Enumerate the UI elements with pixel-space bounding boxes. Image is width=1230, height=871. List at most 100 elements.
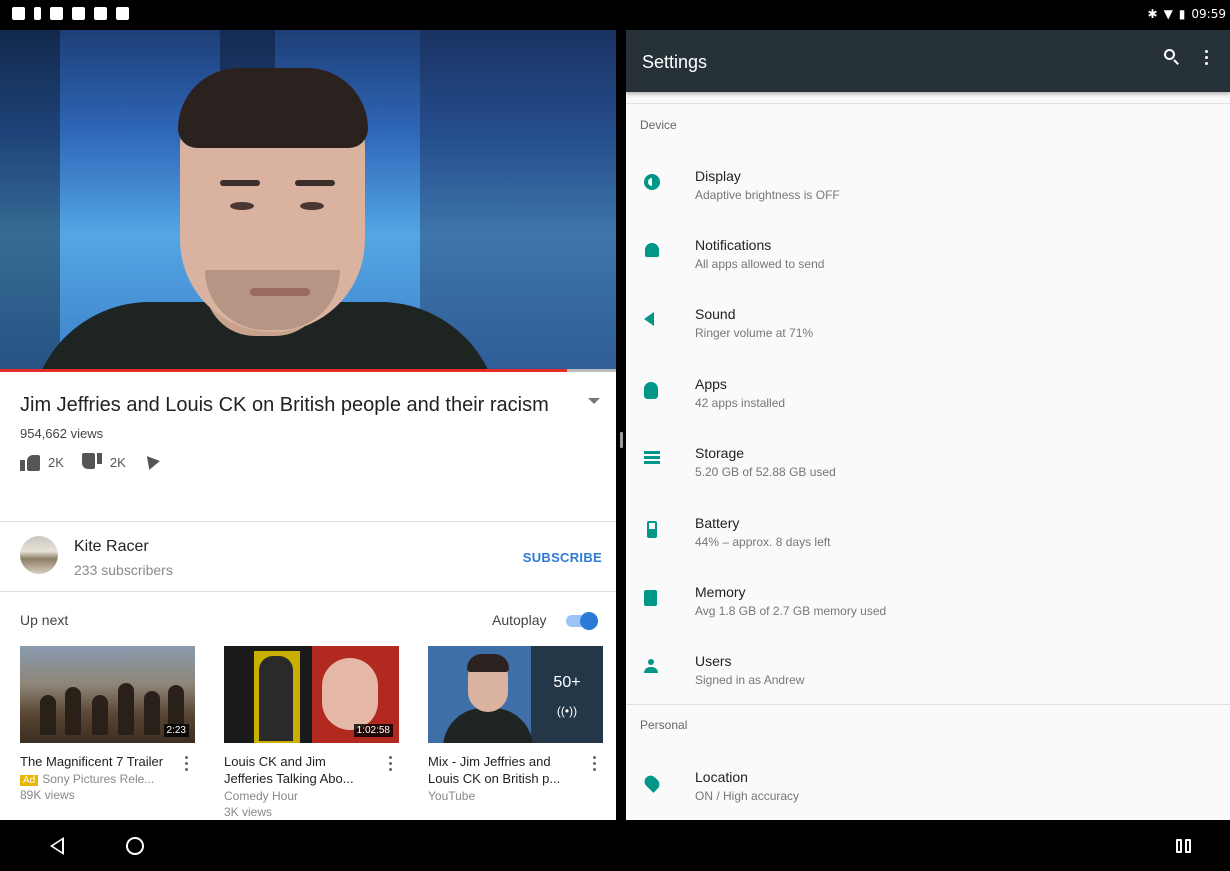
- video-duration: 1:02:58: [353, 724, 393, 737]
- back-icon: [50, 837, 64, 855]
- card-title: Mix - Jim Jeffries and Louis CK on Briti…: [428, 754, 561, 786]
- home-button[interactable]: [126, 837, 144, 855]
- setting-summary: Avg 1.8 GB of 2.7 GB memory used: [695, 604, 887, 618]
- setting-location[interactable]: Location ON / High accuracy: [626, 759, 1230, 820]
- battery-icon: [647, 521, 657, 538]
- setting-summary: Adaptive brightness is OFF: [695, 188, 840, 202]
- gallery-notification-icon: [12, 7, 25, 20]
- storage-icon: [644, 451, 660, 464]
- clock: 09:59: [1191, 7, 1226, 21]
- card-menu-icon[interactable]: [593, 756, 597, 772]
- mix-overlay: 50+ ((•)): [531, 646, 603, 743]
- android-notification-icon: [94, 7, 107, 20]
- settings-toolbar: Settings: [626, 30, 1230, 92]
- setting-title: Notifications: [695, 237, 772, 253]
- setting-title: Apps: [695, 376, 727, 392]
- setting-summary: Signed in as Andrew: [695, 673, 805, 687]
- card-title: The Magnificent 7 Trailer: [20, 754, 164, 769]
- up-next-card[interactable]: 2:23 The Magnificent 7 Trailer Ad Sony Pi…: [20, 646, 195, 802]
- mix-icon: ((•)): [556, 704, 578, 718]
- setting-display[interactable]: Display Adaptive brightness is OFF: [626, 158, 1230, 224]
- setting-sound[interactable]: Sound Ringer volume at 71%: [626, 296, 1230, 362]
- expand-description-icon[interactable]: [588, 398, 600, 404]
- setting-title: Storage: [695, 445, 745, 461]
- notification-icons: [12, 7, 129, 20]
- split-screen: ✱ ▼ ▮ 09:59 Jim Jeffries and Louis CK on…: [0, 0, 1230, 871]
- autoplay-toggle[interactable]: [566, 612, 598, 630]
- card-menu-icon[interactable]: [389, 756, 393, 772]
- page-title: Settings: [642, 52, 708, 72]
- view-count: 954,662 views: [20, 426, 104, 441]
- sync-notification-icon: [72, 7, 85, 20]
- recents-button[interactable]: [1176, 839, 1192, 853]
- split-divider-handle[interactable]: [620, 432, 623, 448]
- setting-users[interactable]: Users Signed in as Andrew: [626, 643, 1230, 709]
- card-channel: YouTube: [428, 789, 476, 803]
- video-thumbnail[interactable]: 1:02:58: [224, 646, 399, 743]
- ad-badge: Ad: [20, 775, 39, 786]
- setting-title: Users: [695, 653, 732, 669]
- setting-memory[interactable]: Memory Avg 1.8 GB of 2.7 GB memory used: [626, 574, 1230, 640]
- channel-row: Kite Racer 233 subscribers SUBSCRIBE: [0, 522, 616, 592]
- subscribe-button[interactable]: SUBSCRIBE: [523, 550, 602, 565]
- setting-summary: All apps allowed to send: [695, 257, 825, 271]
- brightness-icon: [644, 174, 660, 190]
- image-notification-icon: [50, 7, 63, 20]
- bluetooth-icon: ✱: [1147, 7, 1158, 21]
- dislike-icon[interactable]: [81, 453, 102, 471]
- up-next-card[interactable]: 50+ ((•)) Mix - Jim Jeffries and Louis C…: [428, 646, 603, 803]
- split-divider[interactable]: [616, 30, 626, 820]
- card-views: 3K views: [224, 805, 273, 819]
- video-player[interactable]: [0, 30, 616, 372]
- search-icon[interactable]: [1164, 49, 1180, 65]
- card-title: Louis CK and Jim Jefferies Talking Abo..…: [224, 754, 354, 786]
- wifi-icon: ▼: [1163, 7, 1173, 21]
- setting-title: Memory: [695, 584, 746, 600]
- setting-summary: 42 apps installed: [695, 396, 786, 410]
- channel-avatar[interactable]: [20, 536, 58, 574]
- setting-summary: 44% – approx. 8 days left: [695, 535, 831, 549]
- video-duration: 2:23: [163, 724, 189, 737]
- section-header-device: Device: [640, 118, 677, 132]
- autoplay-label: Autoplay: [492, 612, 547, 628]
- more-options-icon[interactable]: [1205, 50, 1209, 66]
- setting-title: Sound: [695, 306, 736, 322]
- store-notification-icon: [116, 7, 129, 20]
- setting-summary: 5.20 GB of 52.88 GB used: [695, 465, 836, 479]
- settings-pane: Settings Device Display Adaptive brightn…: [626, 30, 1230, 820]
- video-thumbnail[interactable]: 2:23: [20, 646, 195, 743]
- share-icon[interactable]: [146, 454, 161, 470]
- status-bar-left: [0, 0, 620, 30]
- card-views: 89K views: [20, 788, 75, 802]
- channel-name[interactable]: Kite Racer: [74, 538, 149, 556]
- setting-summary: ON / High accuracy: [695, 789, 800, 803]
- like-count: 2K: [48, 454, 64, 470]
- person-icon: [644, 659, 658, 673]
- up-next-heading: Up next: [20, 612, 69, 628]
- location-pin-icon: [642, 773, 662, 793]
- video-actions: 2K 2K: [20, 453, 596, 471]
- youtube-pane: Jim Jeffries and Louis CK on British peo…: [0, 30, 616, 820]
- like-icon[interactable]: [20, 453, 40, 471]
- up-next-section: Up next Autoplay 2:23 The Magnificent 7 …: [0, 592, 616, 820]
- card-menu-icon[interactable]: [185, 756, 189, 772]
- navigation-bar: [0, 820, 1230, 871]
- video-title: Jim Jeffries and Louis CK on British peo…: [20, 394, 549, 416]
- up-next-card[interactable]: 1:02:58 Louis CK and Jim Jefferies Talki…: [224, 646, 399, 819]
- setting-notifications[interactable]: Notifications All apps allowed to send: [626, 227, 1230, 293]
- back-button[interactable]: [50, 837, 68, 855]
- file-notification-icon: [34, 7, 41, 20]
- battery-icon: ▮: [1178, 7, 1186, 21]
- card-channel: Comedy Hour: [224, 789, 299, 803]
- setting-apps[interactable]: Apps 42 apps installed: [626, 366, 1230, 432]
- setting-summary: Ringer volume at 71%: [695, 326, 814, 340]
- dislike-count: 2K: [109, 454, 126, 470]
- video-info: Jim Jeffries and Louis CK on British peo…: [0, 372, 616, 522]
- card-channel: Sony Pictures Rele...: [42, 772, 155, 786]
- volume-icon: [644, 312, 654, 326]
- setting-storage[interactable]: Storage 5.20 GB of 52.88 GB used: [626, 435, 1230, 501]
- bell-icon: [645, 243, 659, 257]
- setting-title: Battery: [695, 515, 740, 531]
- setting-battery[interactable]: Battery 44% – approx. 8 days left: [626, 505, 1230, 571]
- mix-thumbnail[interactable]: 50+ ((•)): [428, 646, 603, 743]
